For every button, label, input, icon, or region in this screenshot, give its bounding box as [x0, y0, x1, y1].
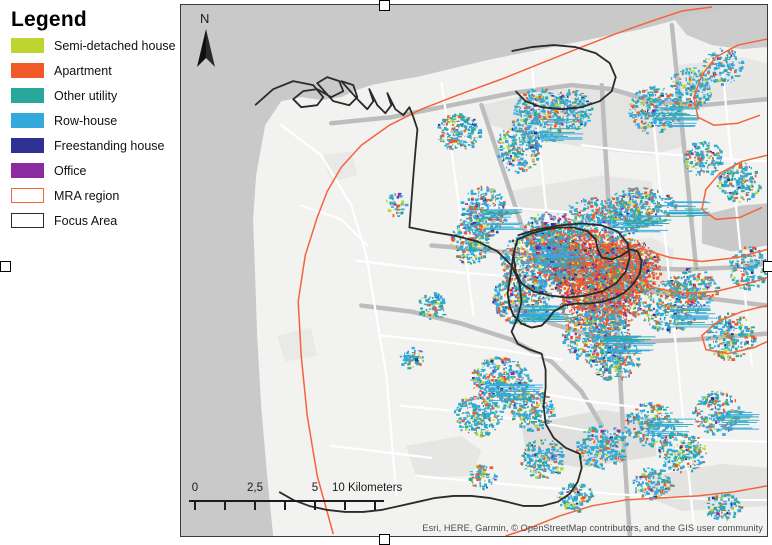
legend-swatch-apartment	[11, 63, 44, 78]
legend-swatch-mra-region	[11, 188, 44, 203]
legend-swatch-office	[11, 163, 44, 178]
legend-swatch-semi-detached-house	[11, 38, 44, 53]
legend-label-office: Office	[54, 164, 86, 178]
map-canvas[interactable]: N 0 2,5 5 10 Kilometers	[181, 5, 767, 536]
scale-bar: 0 2,5 5 10 Kilometers	[189, 482, 384, 516]
scale-bar-ruler	[189, 500, 384, 512]
scale-bar-labels: 0 2,5 5 10 Kilometers	[189, 482, 384, 497]
legend-item-semi-detached-house: Semi-detached house	[11, 33, 176, 58]
legend-item-apartment: Apartment	[11, 58, 176, 83]
legend-swatch-freestanding-house	[11, 138, 44, 153]
legend-title: Legend	[11, 8, 87, 32]
legend-swatch-focus-area	[11, 213, 44, 228]
legend-swatch-other-utility	[11, 88, 44, 103]
selection-handle-top[interactable]	[379, 0, 390, 11]
map-figure: Legend Semi-detached house Apartment Oth…	[0, 0, 772, 543]
north-arrow: N	[193, 11, 219, 71]
legend-label-mra-region: MRA region	[54, 189, 119, 203]
legend-label-row-house: Row-house	[54, 114, 117, 128]
legend-item-mra-region: MRA region	[11, 183, 176, 208]
map-graphic	[181, 5, 767, 536]
legend-item-office: Office	[11, 158, 176, 183]
map-attribution: Esri, HERE, Garmin, © OpenStreetMap cont…	[422, 523, 763, 533]
legend-panel: Legend Semi-detached house Apartment Oth…	[0, 0, 178, 543]
legend-item-other-utility: Other utility	[11, 83, 176, 108]
selection-handle-right[interactable]	[763, 261, 772, 272]
selection-handle-left[interactable]	[0, 261, 11, 272]
north-arrow-icon	[193, 27, 219, 69]
legend-swatch-row-house	[11, 113, 44, 128]
scale-unit-label: 10 Kilometers	[332, 482, 402, 494]
legend-label-freestanding-house: Freestanding house	[54, 139, 165, 153]
north-arrow-label: N	[200, 11, 209, 26]
legend-item-freestanding-house: Freestanding house	[11, 133, 176, 158]
legend-item-row-house: Row-house	[11, 108, 176, 133]
scale-tick-0: 0	[192, 482, 198, 494]
scale-tick-2-5: 2,5	[247, 482, 263, 494]
legend-label-apartment: Apartment	[54, 64, 112, 78]
map-frame[interactable]: N 0 2,5 5 10 Kilometers	[180, 4, 768, 537]
legend-label-focus-area: Focus Area	[54, 214, 117, 228]
scale-tick-5: 5	[312, 482, 318, 494]
legend-item-focus-area: Focus Area	[11, 208, 176, 233]
selection-handle-bottom[interactable]	[379, 534, 390, 545]
legend-label-other-utility: Other utility	[54, 89, 117, 103]
legend-item-list: Semi-detached house Apartment Other util…	[11, 33, 176, 233]
legend-label-semi-detached-house: Semi-detached house	[54, 39, 176, 53]
